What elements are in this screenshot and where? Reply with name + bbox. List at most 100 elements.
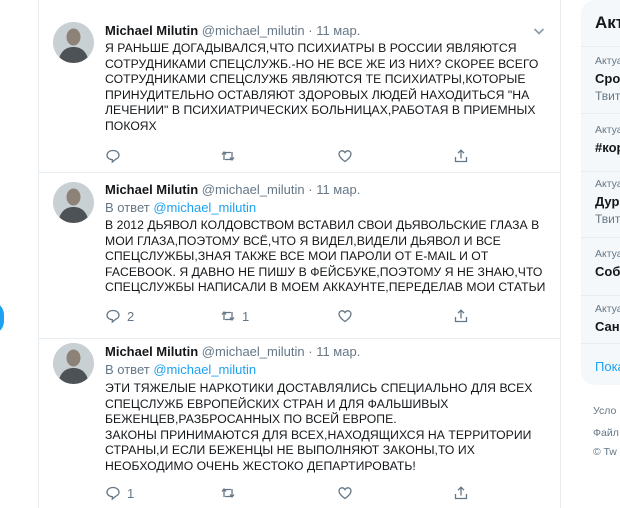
separator-dot: · bbox=[308, 344, 313, 359]
tweet-header: Michael Milutin @michael_milutin · 11 ма… bbox=[105, 344, 545, 362]
trend-item[interactable]: Актуа Собо bbox=[581, 237, 620, 295]
trend-category: Актуа bbox=[595, 55, 620, 67]
reply-button[interactable]: 1 bbox=[105, 484, 134, 502]
tweet-text-line: ПРИНУДИТЕЛЬНО ОСТАВЛЯЮТ ЗДОРОВЫХ ЛЮДЕЙ Н… bbox=[105, 87, 530, 102]
trend-item[interactable]: Актуа Дурі Твит bbox=[581, 171, 620, 237]
trend-title: Собо bbox=[595, 264, 620, 279]
trend-title: Санк bbox=[595, 319, 620, 334]
like-button[interactable] bbox=[337, 147, 359, 165]
heart-icon bbox=[338, 487, 352, 500]
reply-prefix: В ответ bbox=[105, 362, 150, 377]
author-name[interactable]: Michael Milutin bbox=[105, 23, 198, 38]
retweet-button[interactable] bbox=[220, 147, 242, 165]
reply-count: 1 bbox=[127, 485, 135, 501]
share-button[interactable] bbox=[453, 484, 469, 502]
reply-to-handle[interactable]: @michael_milutin bbox=[153, 362, 256, 377]
retweet-button[interactable]: 1 bbox=[220, 307, 249, 325]
tweet-text-line: ЗАКОНЫ ПРИНИМАЮТСЯ ДЛЯ ВСЕХ,НАХОДЯЩИХСЯ … bbox=[105, 427, 532, 442]
chevron-down-icon[interactable] bbox=[531, 23, 547, 39]
tweet-text-line: МОИ ГЛАЗА,ПОЭТОМУ ВСЁ,ЧТО Я ВИДЕЛ,ВИДЕЛИ… bbox=[105, 233, 501, 248]
share-button[interactable] bbox=[453, 147, 469, 165]
trend-title: Дурі bbox=[595, 194, 620, 209]
reply-icon bbox=[106, 486, 120, 501]
trend-subtitle: Твит bbox=[595, 212, 620, 226]
footer-terms-link[interactable]: Усло bbox=[593, 405, 616, 417]
tweet-date[interactable]: 11 мар. bbox=[316, 23, 360, 38]
reply-icon bbox=[106, 149, 120, 164]
avatar[interactable] bbox=[53, 182, 94, 223]
tweet-actions: 2 1 bbox=[105, 307, 477, 325]
like-button[interactable] bbox=[337, 484, 359, 502]
retweet-icon bbox=[221, 310, 235, 322]
trend-subtitle: Твит bbox=[595, 89, 620, 103]
tweet-text-line: Я РАНЬШЕ ДОГАДЫВАЛСЯ,ЧТО ПСИХИАТРЫ В РОС… bbox=[105, 41, 517, 55]
timeline: Michael Milutin @michael_milutin · 11 ма… bbox=[38, 0, 561, 508]
trend-item[interactable]: Актуа #кор bbox=[581, 113, 620, 171]
separator-dot: · bbox=[308, 182, 313, 197]
author-handle[interactable]: @michael_milutin bbox=[202, 182, 305, 197]
tweet-text-line: СОТРУДНИКАМИ СПЕЦСЛУЖБ.-НО НЕ ВСЕ ЖЕ ИЗ … bbox=[105, 56, 539, 71]
show-more-link[interactable]: Пока bbox=[595, 359, 620, 374]
tweet[interactable]: Michael Milutin @michael_milutin · 11 ма… bbox=[39, 173, 561, 339]
trend-category: Актуа bbox=[595, 303, 620, 315]
reply-button[interactable]: 2 bbox=[105, 307, 134, 325]
tweet-text: В 2012 ДЬЯВОЛ КОЛДОВСТВОМ ВСТАВИЛ СВОИ Д… bbox=[105, 218, 545, 296]
trend-item[interactable]: Актуа Санк bbox=[581, 295, 620, 343]
share-icon bbox=[454, 149, 468, 163]
tweet-text-line: НЕОБХОДИМО ОЧЕНЬ ЖЕСТОКО ДЕПАРТИРОВАТЬ! bbox=[105, 458, 416, 473]
heart-icon bbox=[338, 150, 352, 163]
author-name[interactable]: Michael Milutin bbox=[105, 182, 198, 197]
author-handle[interactable]: @michael_milutin bbox=[202, 344, 305, 359]
author-name[interactable]: Michael Milutin bbox=[105, 344, 198, 359]
tweet-text-line: ЛЕЧЕНИИ" В ПСИХИАТРИЧЕСКИХ БОЛЬНИЦАХ,РАБ… bbox=[105, 103, 536, 118]
retweet-icon bbox=[221, 487, 235, 499]
scroll-edge-bubble[interactable] bbox=[0, 301, 4, 335]
avatar[interactable] bbox=[53, 22, 94, 63]
tweet-text-line: СОТРУДНИКАМИ СПЕЦСЛУЖБ ЯВЛЯЮТСЯ ТЕ ПСИХИ… bbox=[105, 72, 526, 87]
retweet-count: 1 bbox=[242, 308, 250, 324]
tweet-text: ЭТИ ТЯЖЕЛЫЕ НАРКОТИКИ ДОСТАВЛЯЛИСЬ СПЕЦИ… bbox=[105, 381, 545, 475]
tweet-actions: 1 bbox=[105, 484, 477, 502]
reply-context: В ответ @michael_milutin bbox=[105, 362, 545, 378]
trends-sidebar: Акт Актуа Срoч Твит Актуа #кор Актуа Дур… bbox=[581, 0, 620, 508]
reply-context: В ответ @michael_milutin bbox=[105, 200, 545, 216]
avatar[interactable] bbox=[53, 343, 94, 384]
reply-prefix: В ответ bbox=[105, 200, 150, 215]
tweet[interactable]: Michael Milutin @michael_milutin · 11 ма… bbox=[39, 0, 561, 173]
footer-copyright: © Tw bbox=[593, 446, 617, 458]
trends-panel: Акт Актуа Срoч Твит Актуа #кор Актуа Дур… bbox=[581, 0, 620, 385]
trend-item[interactable]: Актуа Срoч Твит bbox=[581, 46, 620, 113]
tweet-text-line: FACEBOOK. Я ДАВНО НЕ ПИШУ В ФЕЙСБУКЕ,ПОЭ… bbox=[105, 264, 543, 279]
trends-title: Акт bbox=[595, 13, 620, 32]
trend-category: Актуа bbox=[595, 124, 620, 136]
tweet-text-line: СПЕЦСЛУЖБЫ НАПИСАЛИ В МОЕМ АККАУНТЕ,ПЕРЕ… bbox=[105, 280, 546, 295]
share-button[interactable] bbox=[453, 307, 469, 325]
trend-category: Актуа bbox=[595, 248, 620, 260]
retweet-icon bbox=[221, 150, 235, 162]
share-icon bbox=[454, 309, 468, 323]
tweet-text: Я РАНЬШЕ ДОГАДЫВАЛСЯ,ЧТО ПСИХИАТРЫ В РОС… bbox=[105, 41, 545, 135]
trend-divider bbox=[581, 343, 620, 344]
reply-to-handle[interactable]: @michael_milutin bbox=[153, 200, 256, 215]
tweet-text-line: ЭТИ ТЯЖЕЛЫЕ НАРКОТИКИ ДОСТАВЛЯЛИСЬ СПЕЦИ… bbox=[105, 381, 533, 395]
heart-icon bbox=[338, 310, 352, 323]
tweet-text-line: СПЕЦСЛУЖБ ЕВРОПЕЙСКИХ СТРАН И ДЛЯ ФАЛЬШИ… bbox=[105, 396, 449, 411]
tweet-text-line: БЕЖЕНЦЕВ,РАЗБРОСАННЫХ ПО ВСЕЙ ЕВРОПЕ. bbox=[105, 412, 397, 427]
footer-files-link[interactable]: Файл bbox=[593, 427, 619, 439]
reply-icon bbox=[106, 309, 120, 324]
tweet-text-line: ПОКОЯХ bbox=[105, 118, 157, 133]
tweet-date[interactable]: 11 мар. bbox=[316, 182, 360, 197]
separator-dot: · bbox=[308, 23, 313, 38]
trend-category: Актуа bbox=[595, 178, 620, 190]
tweet[interactable]: Michael Milutin @michael_milutin · 11 ма… bbox=[39, 339, 561, 508]
tweet-text-line: В 2012 ДЬЯВОЛ КОЛДОВСТВОМ ВСТАВИЛ СВОИ Д… bbox=[105, 218, 540, 232]
reply-button[interactable] bbox=[105, 147, 127, 165]
tweet-text-line: СТРАНЫ,И ЕСЛИ БЕЖЕНЦЫ НЕ ВЫПОЛНЯЮТ ЗАКОН… bbox=[105, 443, 475, 458]
tweet-actions bbox=[105, 147, 477, 165]
tweet-date[interactable]: 11 мар. bbox=[316, 344, 360, 359]
author-handle[interactable]: @michael_milutin bbox=[202, 23, 305, 38]
retweet-button[interactable] bbox=[220, 484, 242, 502]
like-button[interactable] bbox=[337, 307, 359, 325]
trend-title: Срoч bbox=[595, 71, 620, 86]
reply-count: 2 bbox=[127, 308, 135, 324]
